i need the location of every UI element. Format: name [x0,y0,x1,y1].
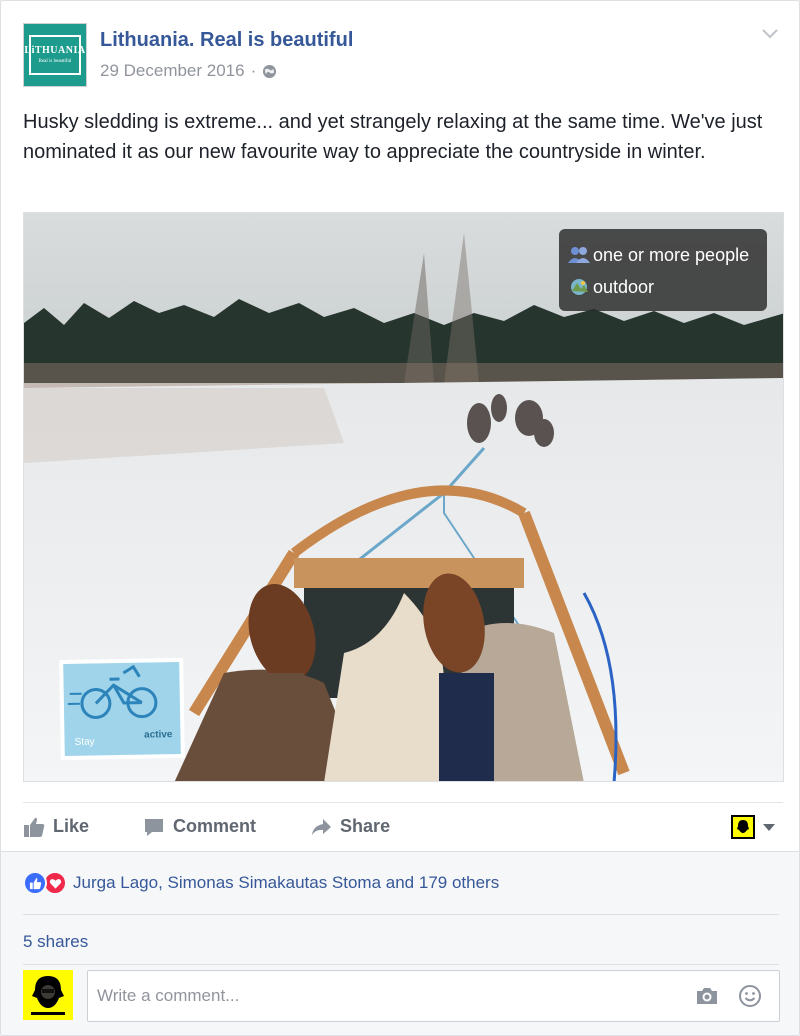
comment-button[interactable]: Comment [143,816,256,838]
page-logo: LiTHUANIA Real is beautiful [24,35,85,75]
like-button[interactable]: Like [23,816,89,838]
page-name-link[interactable]: Lithuania. Real is beautiful [100,29,353,52]
sticker-body: Stay active [63,661,181,757]
tag-people: one or more people [567,239,759,271]
current-user-avatar[interactable] [23,970,73,1020]
post-card: LiTHUANIA Real is beautiful Lithuania. R… [0,0,800,1036]
thumbs-up-icon [24,817,45,837]
post-meta: 29 December 2016 · [100,61,277,81]
post-options-chevron-icon[interactable] [761,27,779,41]
comment-label: Comment [173,816,257,836]
post-photo[interactable]: one or more people outdoor Stay active [23,212,784,782]
snapchat-avatar-icon [731,815,755,839]
divider [23,914,779,915]
snapchat-ghost-avatar-icon [23,970,73,1020]
shares-count-link[interactable]: 5 shares [23,932,88,952]
sticker-word-stay: Stay [74,736,95,748]
post-text: Husky sledding is extreme... and yet str… [23,111,763,163]
share-arrow-icon [312,818,332,835]
comment-icon [145,818,164,836]
comment-composer [87,970,780,1022]
stay-active-sticker: Stay active [59,657,185,761]
share-button[interactable]: Share [310,816,390,838]
post-actions-bar: Like Comment Share [23,802,783,850]
feedback-section: Jurga Lago, Simonas Simakautas Stoma and… [1,851,799,1035]
meta-separator: · [250,61,257,80]
post-date[interactable]: 29 December 2016 [100,61,245,81]
reaction-icons [23,871,67,895]
image-tags-overlay: one or more people outdoor [559,229,767,311]
people-icon [568,247,590,263]
tag-label: one or more people [593,244,750,265]
comment-input[interactable] [88,971,688,1021]
like-reaction-icon [23,871,47,895]
reactions-text[interactable]: Jurga Lago, Simonas Simakautas Stoma and… [73,873,499,893]
tag-outdoor: outdoor [567,271,759,303]
outdoor-icon [571,279,588,295]
tag-label: outdoor [593,276,655,297]
page-avatar[interactable]: LiTHUANIA Real is beautiful [23,23,87,87]
divider [23,964,779,965]
sticker-word-active: active [144,729,173,741]
camera-icon[interactable] [695,985,719,1007]
reactions-summary[interactable]: Jurga Lago, Simonas Simakautas Stoma and… [23,871,499,895]
like-label: Like [53,816,90,836]
share-label: Share [340,816,391,836]
chevron-down-icon[interactable] [763,823,775,831]
emoji-icon[interactable] [738,984,762,1008]
comment-as-selector[interactable] [731,815,775,839]
logo-subtext: Real is beautiful [38,59,72,64]
globe-icon[interactable] [262,64,277,79]
logo-text: LiTHUANIA [24,45,86,56]
